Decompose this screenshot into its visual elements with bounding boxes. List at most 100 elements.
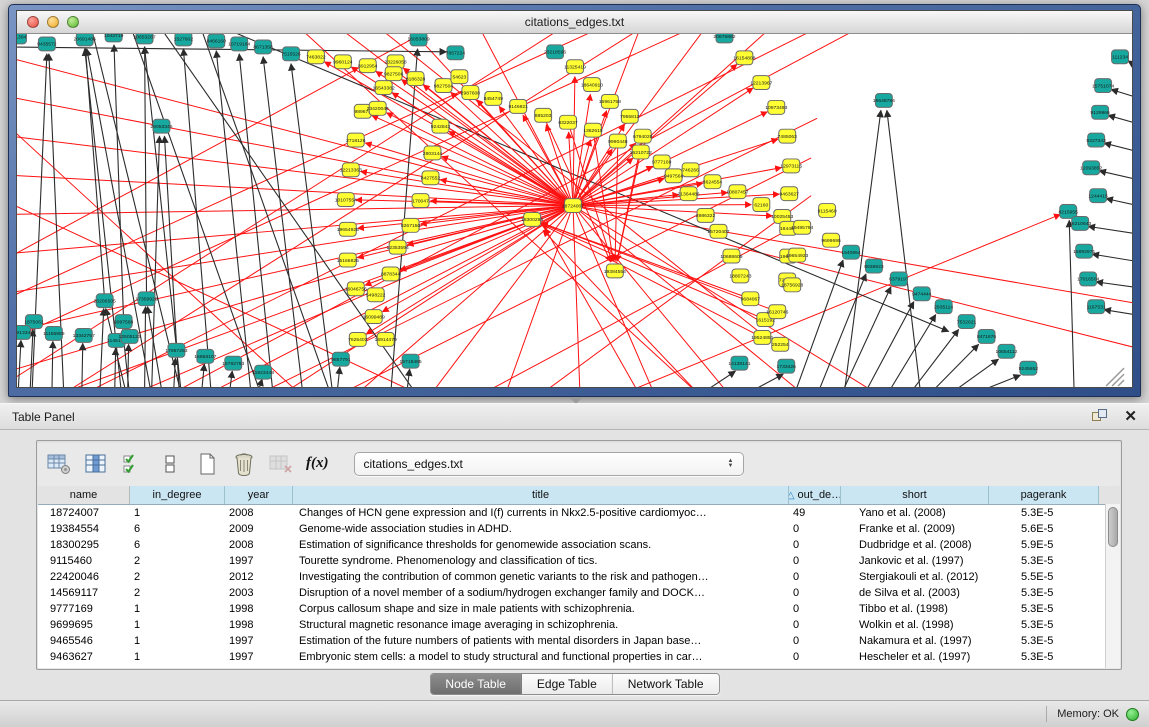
table-cell[interactable]: 1998 [225, 603, 293, 615]
column-header-out_de[interactable]: △out_de… [789, 486, 841, 504]
canvas-resize-grip[interactable] [1106, 368, 1124, 386]
delete-table-button-disabled[interactable] [267, 451, 295, 477]
table-cell[interactable]: 5.6E-5 [989, 523, 1099, 535]
table-scrollbar-thumb[interactable] [1108, 507, 1118, 547]
table-cell[interactable]: 2003 [225, 587, 293, 599]
table-cell[interactable]: Wolkin et al. (1998) [841, 619, 989, 631]
show-columns-button[interactable] [82, 451, 110, 477]
table-row[interactable]: 969969511998Structural magnetic resonanc… [38, 617, 1120, 633]
table-cell[interactable]: Embryonic stem cells: a model to study s… [293, 651, 789, 663]
table-cell[interactable]: 0 [789, 651, 841, 663]
table-cell[interactable]: Investigating the contribution of common… [293, 571, 789, 583]
network-window-titlebar[interactable]: citations_edges.txt [17, 11, 1132, 34]
column-header-title[interactable]: title [293, 486, 789, 504]
delete-column-button[interactable] [230, 451, 258, 477]
close-panel-icon[interactable]: ✕ [1124, 410, 1137, 424]
table-cell[interactable]: 6 [130, 539, 225, 551]
network-canvas[interactable]: 1872400718300295193845547463822996012489… [17, 34, 1132, 387]
table-row[interactable]: 977716911998Corpus callosum shape and si… [38, 601, 1120, 617]
table-cell[interactable]: 1998 [225, 619, 293, 631]
table-row[interactable]: 1938455462009Genome-wide association stu… [38, 521, 1120, 537]
table-cell[interactable]: 1 [130, 507, 225, 519]
network-window[interactable]: citations_edges.txt 18724007183002951938… [8, 4, 1141, 397]
table-cell[interactable]: Disruption of a novel member of a sodium… [293, 587, 789, 599]
table-cell[interactable]: 0 [789, 555, 841, 567]
table-cell[interactable]: Jankovic et al. (1997) [841, 555, 989, 567]
table-scrollbar[interactable] [1105, 504, 1120, 668]
table-cell[interactable]: 2 [130, 587, 225, 599]
table-row[interactable]: 946554611997Estimation of the future num… [38, 633, 1120, 649]
table-cell[interactable]: de Silva et al. (2003) [841, 587, 989, 599]
table-cell[interactable]: 9699695 [38, 619, 130, 631]
table-row[interactable]: 1872400712008Changes of HCN gene express… [38, 505, 1120, 521]
table-cell[interactable]: 5.3E-5 [989, 555, 1099, 567]
table-cell[interactable]: 5.3E-5 [989, 507, 1099, 519]
table-cell[interactable]: Structural magnetic resonance image aver… [293, 619, 789, 631]
table-cell[interactable]: 0 [789, 603, 841, 615]
function-builder-button[interactable]: f(x) [304, 451, 331, 477]
column-header-name[interactable]: name [38, 486, 130, 504]
table-cell[interactable]: 0 [789, 523, 841, 535]
table-cell[interactable]: 2 [130, 555, 225, 567]
table-row[interactable]: 1456911722003Disruption of a novel membe… [38, 585, 1120, 601]
table-cell[interactable]: Yano et al. (2008) [841, 507, 989, 519]
table-row[interactable]: 2242004622012Investigating the contribut… [38, 569, 1120, 585]
column-header-year[interactable]: year [225, 486, 293, 504]
table-settings-button[interactable] [45, 451, 73, 477]
table-cell[interactable]: 6 [130, 523, 225, 535]
table-cell[interactable]: 9115460 [38, 555, 130, 567]
table-cell[interactable]: 0 [789, 571, 841, 583]
minimize-window-button[interactable] [47, 16, 59, 28]
table-cell[interactable]: 2 [130, 571, 225, 583]
table-cell[interactable]: 5.3E-5 [989, 619, 1099, 631]
float-panel-icon[interactable] [1091, 408, 1108, 426]
column-header-in_degree[interactable]: in_degree [130, 486, 225, 504]
table-cell[interactable]: Hescheler et al. (1997) [841, 651, 989, 663]
table-cell[interactable]: 18300295 [38, 539, 130, 551]
table-selector-dropdown[interactable]: citations_edges.txt ▲ ▼ [354, 452, 744, 476]
table-cell[interactable]: 1 [130, 619, 225, 631]
table-cell[interactable]: 0 [789, 539, 841, 551]
table-cell[interactable]: Tourette syndrome. Phenomenology and cla… [293, 555, 789, 567]
tab-network-table[interactable]: Network Table [613, 674, 719, 694]
column-header-pagerank[interactable]: pagerank [989, 486, 1099, 504]
tab-node-table[interactable]: Node Table [430, 674, 522, 694]
table-cell[interactable]: Stergiakouli et al. (2012) [841, 571, 989, 583]
table-cell[interactable]: Corpus callosum shape and size in male p… [293, 603, 789, 615]
close-window-button[interactable] [27, 16, 39, 28]
table-cell[interactable]: 9463627 [38, 651, 130, 663]
memory-status-indicator[interactable] [1126, 708, 1139, 721]
table-cell[interactable]: 5.5E-5 [989, 571, 1099, 583]
row-height-button[interactable] [156, 451, 184, 477]
table-cell[interactable]: 5.3E-5 [989, 603, 1099, 615]
column-header-short[interactable]: short [841, 486, 989, 504]
table-cell[interactable]: 1997 [225, 635, 293, 647]
table-cell[interactable]: 0 [789, 587, 841, 599]
zoom-window-button[interactable] [67, 16, 79, 28]
table-cell[interactable]: 2008 [225, 539, 293, 551]
create-column-button[interactable] [193, 451, 221, 477]
table-row[interactable]: 946362711997Embryonic stem cells: a mode… [38, 649, 1120, 665]
table-cell[interactable]: Nakamura et al. (1997) [841, 635, 989, 647]
table-cell[interactable]: Dudbridge et al. (2008) [841, 539, 989, 551]
table-cell[interactable]: Genome-wide association studies in ADHD. [293, 523, 789, 535]
table-cell[interactable]: 5.3E-5 [989, 651, 1099, 663]
table-cell[interactable]: 14569117 [38, 587, 130, 599]
table-cell[interactable]: 2012 [225, 571, 293, 583]
table-cell[interactable]: 1 [130, 603, 225, 615]
table-row[interactable]: 1830029562008Estimation of significance … [38, 537, 1120, 553]
table-cell[interactable]: Estimation of the future numbers of pati… [293, 635, 789, 647]
table-cell[interactable]: 22420046 [38, 571, 130, 583]
table-cell[interactable]: 5.3E-5 [989, 587, 1099, 599]
table-cell[interactable]: 9465546 [38, 635, 130, 647]
table-cell[interactable]: 1 [130, 635, 225, 647]
table-cell[interactable]: 5.3E-5 [989, 635, 1099, 647]
table-cell[interactable]: 9777169 [38, 603, 130, 615]
table-row[interactable]: 911546021997Tourette syndrome. Phenomeno… [38, 553, 1120, 569]
table-cell[interactable]: Tibbo et al. (1998) [841, 603, 989, 615]
table-cell[interactable]: 2008 [225, 507, 293, 519]
table-cell[interactable]: 1997 [225, 651, 293, 663]
table-cell[interactable]: 18724007 [38, 507, 130, 519]
table-cell[interactable]: 1 [130, 651, 225, 663]
table-cell[interactable]: Estimation of significance thresholds fo… [293, 539, 789, 551]
